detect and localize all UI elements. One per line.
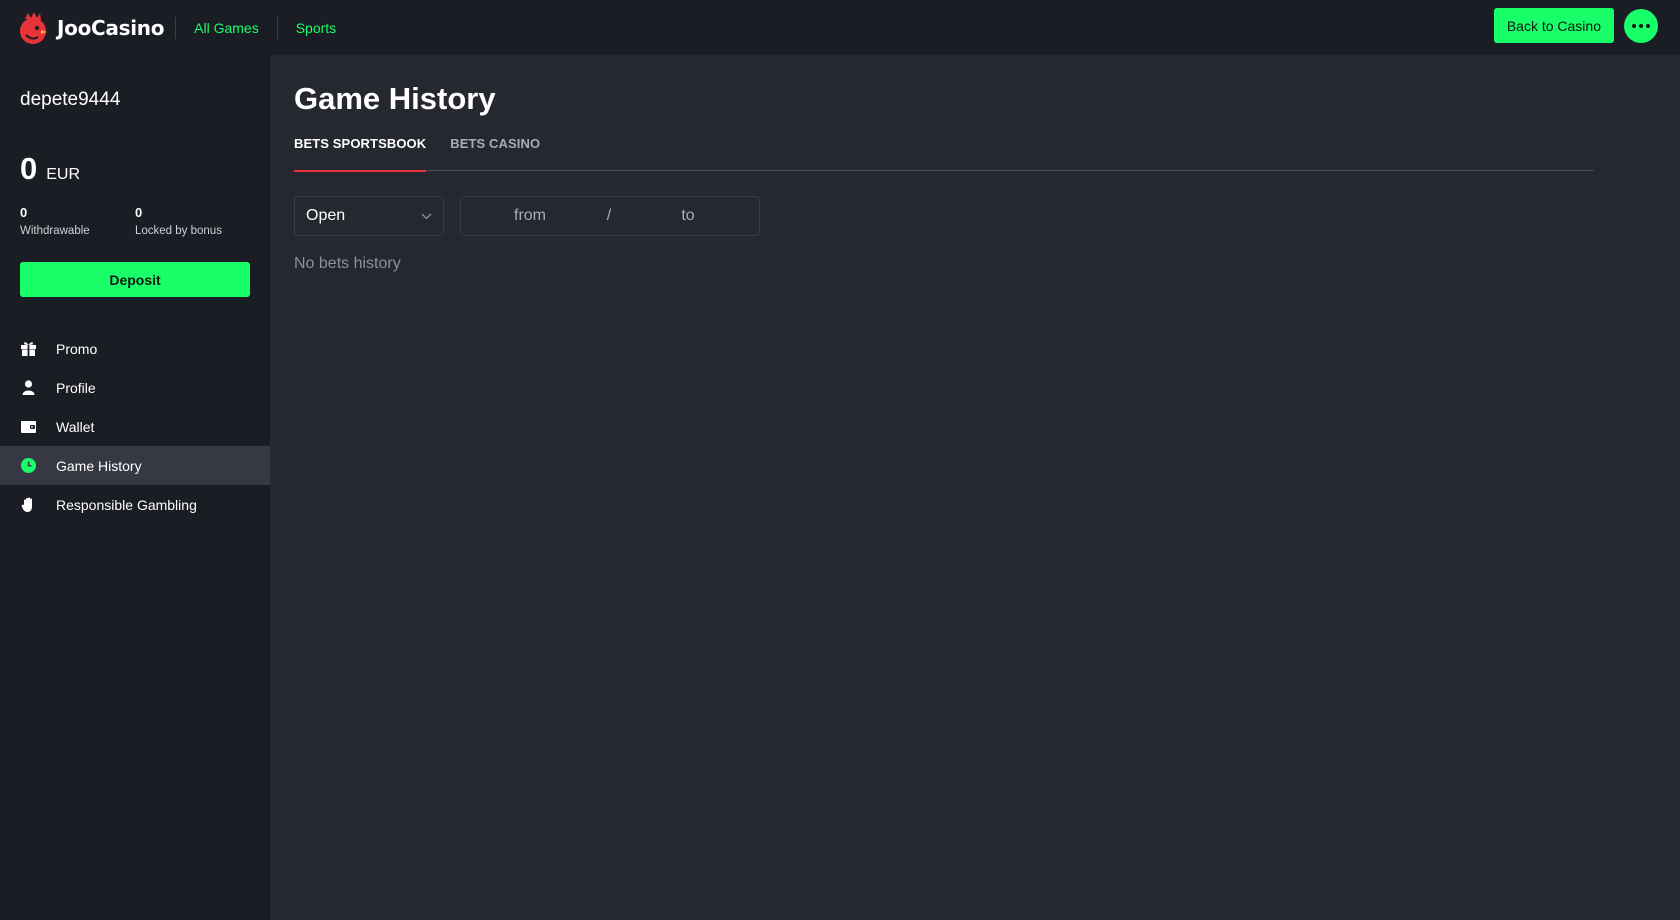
empty-state-message: No bets history [294,255,401,272]
wallet-icon [20,418,37,435]
sidebar-item-label: Game History [56,457,142,474]
sidebar-menu: Promo Profile Wallet Game History Respon… [0,329,270,524]
nav-divider [175,16,177,39]
sidebar-item-label: Responsible Gambling [56,496,197,513]
rooster-logo-icon [20,11,47,44]
date-to-input[interactable] [624,207,752,225]
brand-logo[interactable]: JooCasino [16,0,164,55]
sidebar-item-label: Profile [56,379,96,396]
filters: Open / [294,196,760,236]
main-content: Game History BETS SPORTSBOOK BETS CASINO… [270,55,1680,920]
withdrawable-label: Withdrawable [20,225,90,237]
username: depete9444 [20,89,121,110]
gift-icon [20,340,37,357]
user-icon [20,379,37,396]
sidebar-item-label: Promo [56,340,98,357]
sidebar-item-wallet[interactable]: Wallet [0,407,270,446]
locked-value: 0 [135,205,143,220]
chevron-down-icon [421,213,432,219]
balance-amount: 0 [20,151,38,186]
status-select[interactable]: Open [294,196,444,236]
back-to-casino-button[interactable]: Back to Casino [1493,8,1614,43]
deposit-button[interactable]: Deposit [20,262,250,297]
locked-balance: 0 Locked by bonus [135,205,222,237]
balance: 0 EUR [20,151,80,187]
top-header: JooCasino All Games Sports Back to Casin… [0,0,1680,55]
locked-label: Locked by bonus [135,225,222,237]
sidebar-item-responsible-gambling[interactable]: Responsible Gambling [0,485,270,524]
balance-currency: EUR [46,166,81,183]
ellipsis-icon [1632,23,1636,28]
sidebar-item-profile[interactable]: Profile [0,368,270,407]
hand-icon [20,496,37,513]
sidebar-item-promo[interactable]: Promo [0,329,270,368]
sidebar-item-label: Wallet [56,418,95,435]
nav-sports[interactable]: Sports [296,20,336,36]
account-sidebar: depete9444 0 EUR 0 Withdrawable 0 Locked… [0,55,270,920]
page-title: Game History [294,81,496,116]
tab-bets-casino[interactable]: BETS CASINO [450,136,540,171]
brand-name: JooCasino [57,15,165,40]
tab-bar: BETS SPORTSBOOK BETS CASINO [294,136,1594,172]
nav-all-games[interactable]: All Games [194,20,259,36]
withdrawable-value: 0 [20,205,28,220]
date-range-picker: / [460,196,760,236]
tab-bets-sportsbook[interactable]: BETS SPORTSBOOK [294,136,427,172]
date-separator: / [606,207,612,224]
more-menu-button[interactable] [1624,8,1658,43]
withdrawable-balance: 0 Withdrawable [20,205,90,237]
nav-divider [276,16,278,39]
date-from-input[interactable] [466,207,594,225]
status-select-value: Open [306,207,346,224]
sidebar-item-game-history[interactable]: Game History [0,446,270,485]
clock-icon [20,457,37,474]
header-actions: Back to Casino [1493,8,1658,43]
